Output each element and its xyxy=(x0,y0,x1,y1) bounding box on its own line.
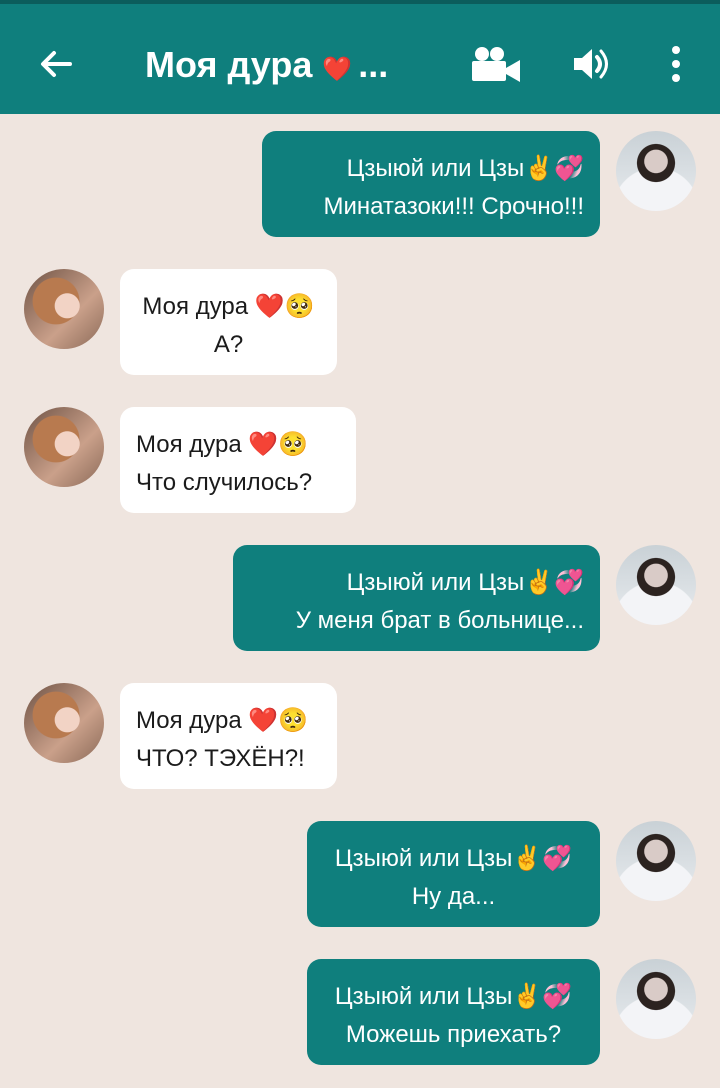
chat-title: Моя дура ❤️... xyxy=(145,41,445,89)
sender-name: Цзыюй или Цзы✌️💞 xyxy=(334,844,573,872)
avatar[interactable] xyxy=(24,683,104,763)
message-text: Ну да... xyxy=(411,883,496,910)
title-ellipsis: ... xyxy=(358,44,389,85)
avatar[interactable] xyxy=(616,131,696,211)
sender-emoji: ✌️💞 xyxy=(524,568,584,596)
video-camera-icon xyxy=(472,47,520,82)
message-bubble-outgoing[interactable]: Цзыюй или Цзы✌️💞 Можешь приехать? xyxy=(307,959,600,1065)
sender-emoji: ✌️💞 xyxy=(512,982,573,1010)
sender-emoji: ❤️🥺 xyxy=(254,292,315,320)
avatar[interactable] xyxy=(616,959,696,1039)
sound-button[interactable] xyxy=(570,44,614,84)
message-text: Что случилось? xyxy=(136,469,313,496)
more-vertical-icon xyxy=(672,46,680,82)
message-text: У меня брат в больнице... xyxy=(295,607,584,634)
message-text: Можешь приехать? xyxy=(345,1021,562,1048)
avatar[interactable] xyxy=(616,545,696,625)
sender-name: Моя дура ❤️🥺 xyxy=(136,430,309,458)
sender-name: Цзыюй или Цзы✌️💞 xyxy=(346,568,584,596)
message-text: Минатазоки!!! Срочно!!! xyxy=(323,193,584,220)
sender-name: Цзыюй или Цзы✌️💞 xyxy=(334,982,573,1010)
message-bubble-incoming[interactable]: Моя дура ❤️🥺 ЧТО? ТЭХЁН?! xyxy=(120,683,337,789)
arrow-left-icon xyxy=(41,51,72,77)
sender-emoji: ❤️🥺 xyxy=(248,706,309,734)
message-bubble-incoming[interactable]: Моя дура ❤️🥺 Что случилось? xyxy=(120,407,356,513)
chat-header: Моя дура ❤️... xyxy=(0,0,720,114)
avatar[interactable] xyxy=(24,269,104,349)
back-button[interactable] xyxy=(36,44,76,84)
chat-title-text: Моя дура xyxy=(145,44,313,85)
message-bubble-outgoing[interactable]: Цзыюй или Цзы✌️💞 Минатазоки!!! Срочно!!! xyxy=(262,131,600,237)
message-bubble-outgoing[interactable]: Цзыюй или Цзы✌️💞 У меня брат в больнице.… xyxy=(233,545,600,651)
sender-name: Цзыюй или Цзы✌️💞 xyxy=(346,154,584,182)
message-text: А? xyxy=(213,331,244,358)
speaker-icon xyxy=(574,49,608,79)
sender-emoji: ✌️💞 xyxy=(524,154,584,182)
sender-emoji: ✌️💞 xyxy=(512,844,573,872)
message-text: ЧТО? ТЭХЁН?! xyxy=(136,745,305,772)
heart-emoji: ❤️ xyxy=(322,55,353,83)
video-call-button[interactable] xyxy=(468,44,524,84)
more-options-button[interactable] xyxy=(660,44,692,84)
message-bubble-outgoing[interactable]: Цзыюй или Цзы✌️💞 Ну да... xyxy=(307,821,600,927)
message-bubble-incoming[interactable]: Моя дура ❤️🥺 А? xyxy=(120,269,337,375)
sender-name: Моя дура ❤️🥺 xyxy=(136,706,309,734)
sender-emoji: ❤️🥺 xyxy=(248,430,309,458)
sender-name: Моя дура ❤️🥺 xyxy=(142,292,315,320)
avatar[interactable] xyxy=(24,407,104,487)
avatar[interactable] xyxy=(616,821,696,901)
